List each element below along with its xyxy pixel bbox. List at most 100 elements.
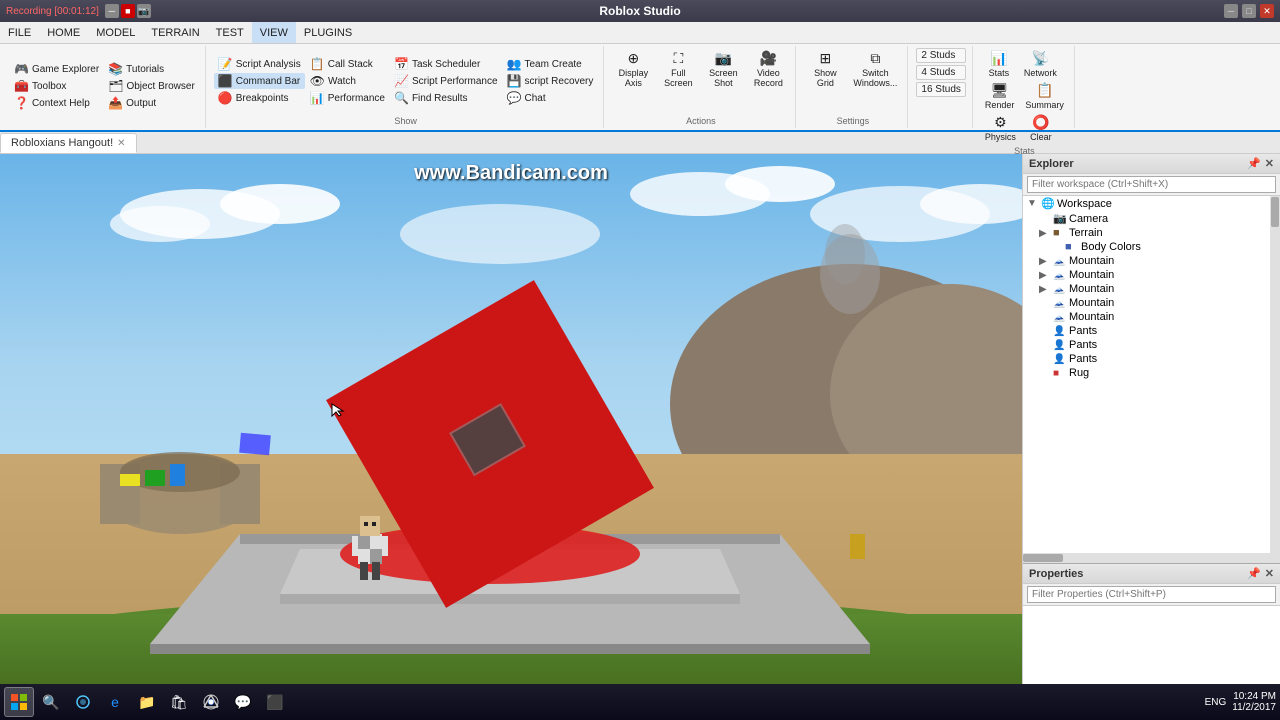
menu-plugins[interactable]: PLUGINS [296,22,360,43]
tab-close[interactable]: ✕ [117,138,125,149]
ribbon: 🎮 Game Explorer 🧰 Toolbox ❓ Context Help… [0,44,1280,132]
btn-output[interactable]: 📤 Output [104,95,199,111]
explorer-title: Explorer [1029,158,1074,170]
btn-command-bar[interactable]: ⬛ Command Bar [214,73,305,89]
tree-item-terrain[interactable]: ▶ ■ Terrain [1023,226,1280,240]
win-maximize[interactable]: □ [1242,4,1256,18]
btn-stats[interactable]: 📊 Stats [981,48,1017,80]
menu-home[interactable]: HOME [39,22,88,43]
tree-item-mountain5[interactable]: 🗻 Mountain [1023,310,1280,324]
taskbar-discord[interactable]: 💬 [228,687,258,717]
tree-item-mountain1[interactable]: ▶ 🗻 Mountain [1023,254,1280,268]
btn-screen-shot[interactable]: 📷 ScreenShot [702,48,744,114]
terrain-arrow: ▶ [1039,228,1051,239]
clear-icon: ⭕ [1032,114,1049,131]
tree-hscroll[interactable] [1023,553,1280,563]
pants1-label: Pants [1069,325,1276,337]
btn-task-scheduler[interactable]: 📅 Task Scheduler [390,56,502,72]
tab-robloxians[interactable]: Robloxians Hangout! ✕ [0,133,137,153]
btn-full-screen[interactable]: ⛶ FullScreen [657,48,699,114]
menu-terrain[interactable]: TERRAIN [143,22,207,43]
btn-call-stack[interactable]: 📋 Call Stack [306,56,389,72]
btn-show-grid[interactable]: ⊞ ShowGrid [804,48,846,114]
btn-display-axis[interactable]: ⊕ DisplayAxis [612,48,654,114]
title-bar: Recording [00:01:12] ─ ■ 📷 Roblox Studio… [0,0,1280,22]
mountain1-icon: 🗻 [1053,256,1067,267]
btn-script-analysis[interactable]: 📝 Script Analysis [214,56,305,72]
viewport[interactable]: www.Bandicam.com [0,154,1022,684]
properties-header: Properties 📌 ✕ [1023,564,1280,584]
explorer-close-icon[interactable]: ✕ [1265,157,1274,170]
btn-object-browser[interactable]: 🗂 Object Browser [104,78,199,94]
btn-switch-windows[interactable]: ⧉ SwitchWindows... [849,48,901,114]
switch-windows-icon: ⧉ [870,50,880,67]
tree-item-camera[interactable]: 📷 Camera [1023,211,1280,226]
explore-items: 🎮 Game Explorer 🧰 Toolbox ❓ Context Help… [10,48,199,124]
taskbar-cortana[interactable] [68,687,98,717]
taskbar-start[interactable] [4,687,34,717]
btn-summary[interactable]: 📋 Summary [1021,80,1068,112]
btn-game-explorer[interactable]: 🎮 Game Explorer [10,61,103,77]
tree-item-mountain4[interactable]: 🗻 Mountain [1023,296,1280,310]
stats-row1: 📊 Stats 📡 Network [981,48,1068,80]
show-grid-icon: ⊞ [820,50,832,67]
btn-script-recovery[interactable]: 💾 script Recovery [503,73,598,89]
minimize-btn[interactable]: ─ [105,4,119,18]
taskbar-lang: ENG [1205,697,1227,708]
btn-performance[interactable]: 📊 Performance [306,90,389,106]
btn-clear[interactable]: ⭕ Clear [1023,112,1059,144]
tree-item-mountain3[interactable]: ▶ 🗻 Mountain [1023,282,1280,296]
tree-hscroll-thumb [1023,554,1063,562]
tree-item-pants3[interactable]: 👤 Pants [1023,352,1280,366]
taskbar-files[interactable]: 📁 [132,687,162,717]
btn-context-help[interactable]: ❓ Context Help [10,95,103,111]
btn-toolbox[interactable]: 🧰 Toolbox [10,78,103,94]
taskbar-ie[interactable]: e [100,687,130,717]
win-close[interactable]: ✕ [1260,4,1274,18]
stop-btn[interactable]: ■ [121,4,135,18]
btn-physics[interactable]: ⚙ Physics [981,112,1020,144]
tree-item-mountain2[interactable]: ▶ 🗻 Mountain [1023,268,1280,282]
btn-video-record[interactable]: 🎥 VideoRecord [747,48,789,114]
taskbar-search[interactable]: 🔍 [36,687,66,717]
properties-close-icon[interactable]: ✕ [1265,567,1274,580]
btn-script-performance[interactable]: 📈 Script Performance [390,73,502,89]
pants1-arrow [1039,326,1051,337]
btn-team-create[interactable]: 👥 Team Create [503,56,598,72]
btn-16-studs[interactable]: 16 Studs [916,82,965,97]
actions-label: Actions [612,114,789,126]
explorer-pin-icon[interactable]: 📌 [1247,157,1261,170]
btn-network[interactable]: 📡 Network [1020,48,1061,80]
explore-col2: 📚 Tutorials 🗂 Object Browser 📤 Output [104,48,199,124]
btn-4-studs[interactable]: 4 Studs [916,65,965,80]
tree-item-workspace[interactable]: ▼ 🌐 Workspace [1023,196,1280,211]
menu-model[interactable]: MODEL [88,22,143,43]
mountain4-arrow [1039,298,1051,309]
btn-watch[interactable]: 👁 Watch [306,73,389,89]
menu-file[interactable]: FILE [0,22,39,43]
properties-pin-icon[interactable]: 📌 [1247,567,1261,580]
btn-breakpoints[interactable]: 🔴 Breakpoints [214,90,305,106]
cam-btn[interactable]: 📷 [137,4,151,18]
render-icon: 🖥 [991,82,1009,99]
taskbar-chrome[interactable] [196,687,226,717]
tree-item-body-colors[interactable]: ■ Body Colors [1023,240,1280,254]
tree-item-rug[interactable]: ■ Rug [1023,366,1280,380]
btn-tutorials[interactable]: 📚 Tutorials [104,61,199,77]
btn-render[interactable]: 🖥 Render [981,80,1019,112]
tree-item-pants2[interactable]: 👤 Pants [1023,338,1280,352]
properties-search[interactable] [1027,586,1276,603]
btn-chat[interactable]: 💬 Chat [503,90,598,106]
menu-view[interactable]: VIEW [252,22,296,43]
show-label: Show [214,114,598,126]
btn-find-results[interactable]: 🔍 Find Results [390,90,502,106]
explorer-search[interactable] [1027,176,1276,193]
pants3-icon: 👤 [1053,354,1067,365]
tree-vscroll[interactable] [1270,196,1280,553]
win-minimize[interactable]: ─ [1224,4,1238,18]
taskbar-store[interactable]: 🛍 [164,687,194,717]
tree-item-pants1[interactable]: 👤 Pants [1023,324,1280,338]
btn-2-studs[interactable]: 2 Studs [916,48,965,63]
taskbar-roblox[interactable]: ⬛ [260,687,290,717]
menu-test[interactable]: TEST [208,22,252,43]
